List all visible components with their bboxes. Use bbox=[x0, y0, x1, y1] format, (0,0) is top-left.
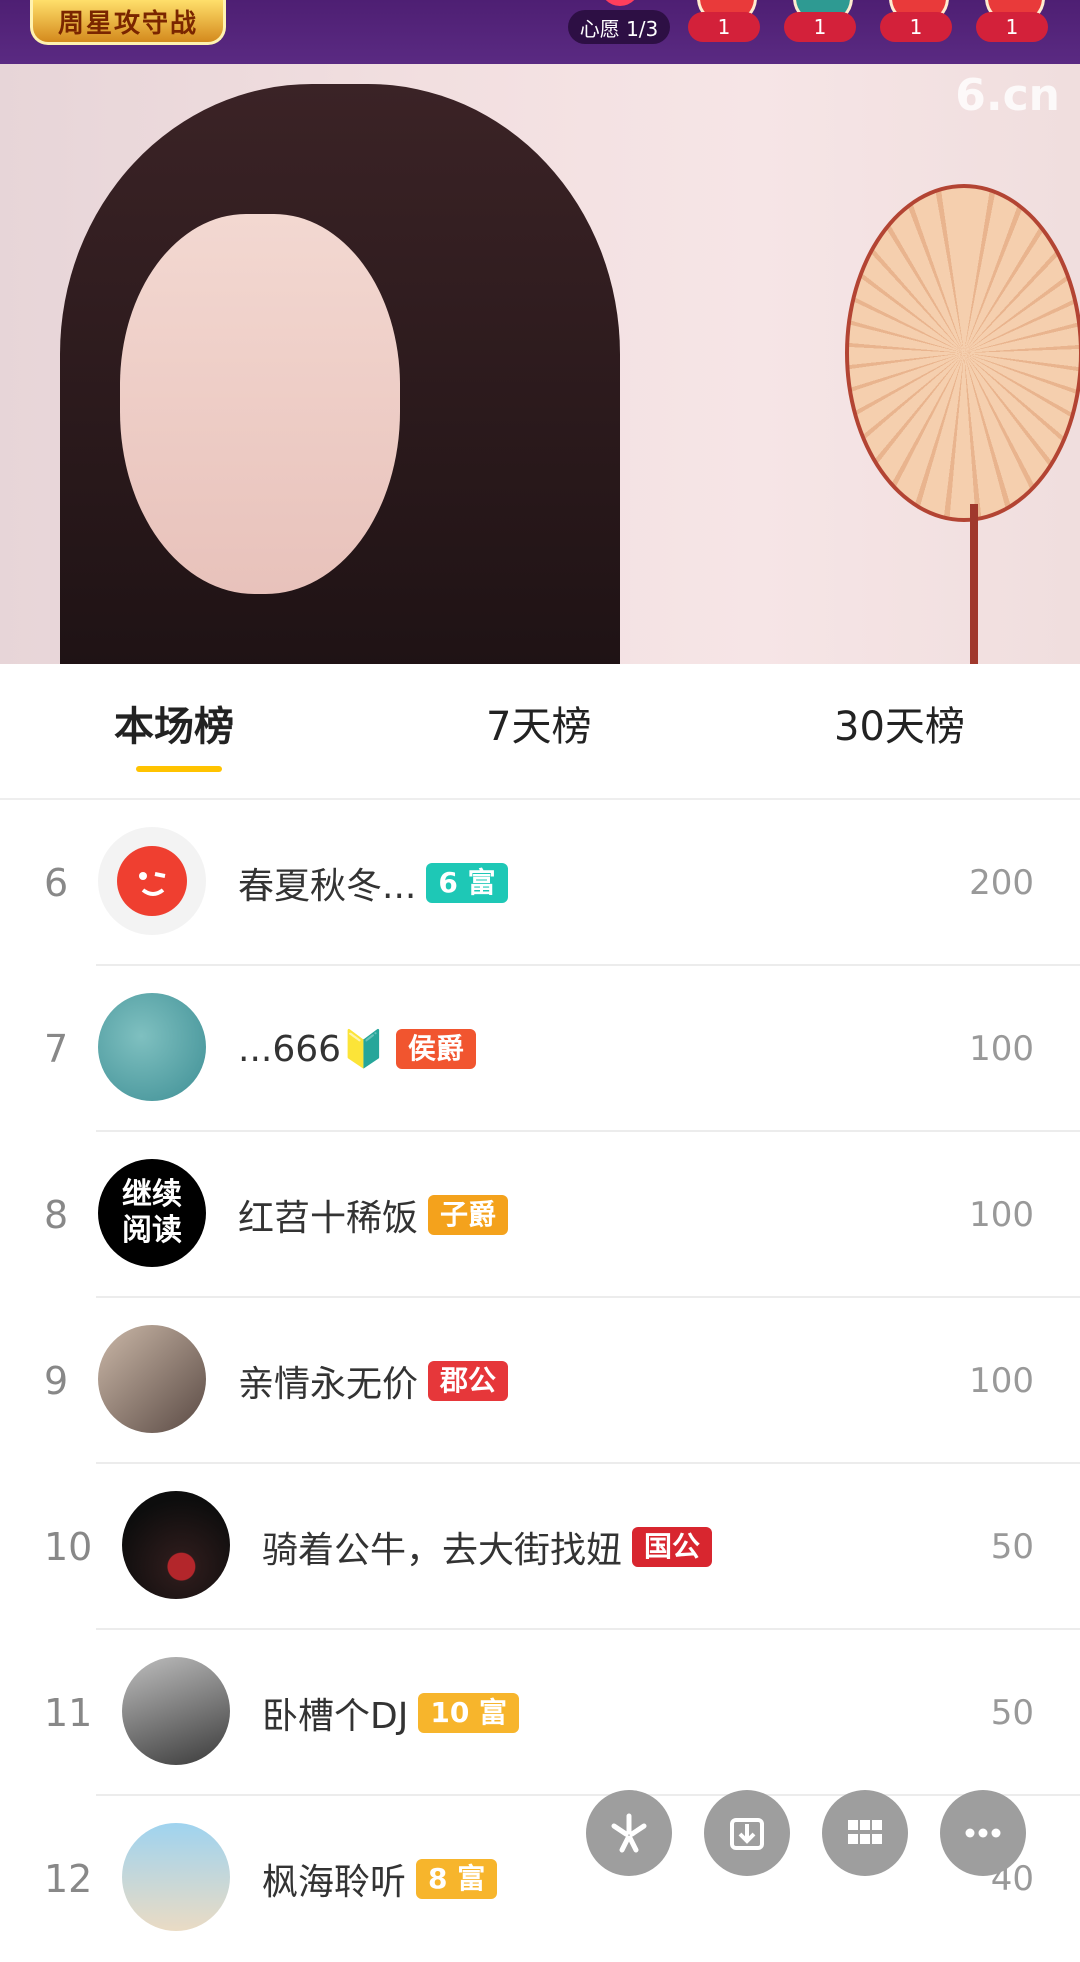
user-entry: 骑着公牛，去大街找妞 国公 bbox=[262, 1464, 713, 1630]
watermark: 6.cn bbox=[955, 70, 1060, 121]
user-entry: 亲情永无价 郡公 bbox=[238, 1298, 509, 1464]
score: 50 bbox=[990, 1527, 1034, 1567]
avatar[interactable] bbox=[122, 1491, 230, 1599]
user-entry: ...666🔰 侯爵 bbox=[238, 966, 476, 1132]
six-logo-button[interactable] bbox=[586, 1790, 672, 1876]
live-video[interactable]: 6.cn bbox=[0, 64, 1080, 664]
ranking-tabs: 本场榜 7天榜 30天榜 bbox=[0, 664, 1080, 800]
list-item[interactable]: 11 卧槽个DJ 10 富 50 bbox=[0, 1630, 1080, 1796]
list-item[interactable]: 7 ...666🔰 侯爵 100 bbox=[0, 966, 1080, 1132]
rank-number: 9 bbox=[44, 1359, 69, 1403]
user-entry: 红苕十稀饭 子爵 bbox=[238, 1132, 509, 1298]
smile-icon bbox=[117, 846, 187, 916]
gift-count: 1 bbox=[880, 12, 952, 42]
six-logo-icon bbox=[611, 1813, 647, 1853]
user-entry: 枫海聆听 8 富 bbox=[262, 1796, 498, 1962]
grid-button[interactable] bbox=[822, 1790, 908, 1876]
score: 200 bbox=[969, 863, 1034, 903]
score: 100 bbox=[969, 1195, 1034, 1235]
rank-number: 12 bbox=[44, 1857, 93, 1901]
avatar[interactable] bbox=[98, 827, 206, 935]
level-badge: 8 富 bbox=[416, 1859, 498, 1899]
title-badge: 侯爵 bbox=[395, 1029, 476, 1069]
rank-number: 7 bbox=[44, 1027, 69, 1071]
rank-number: 11 bbox=[44, 1691, 93, 1735]
list-item[interactable]: 10 骑着公牛，去大街找妞 国公 50 bbox=[0, 1464, 1080, 1630]
username: 春夏秋冬... bbox=[238, 866, 417, 907]
username: 亲情永无价 bbox=[238, 1364, 419, 1405]
gift-badge[interactable]: 1 bbox=[880, 0, 952, 46]
score: 100 bbox=[969, 1361, 1034, 1401]
username: 骑着公牛，去大街找妞 bbox=[262, 1530, 623, 1571]
username: 红苕十稀饭 bbox=[238, 1198, 419, 1239]
title-badge: 郡公 bbox=[428, 1361, 509, 1401]
user-entry: 卧槽个DJ 10 富 bbox=[262, 1630, 520, 1796]
avatar[interactable] bbox=[98, 993, 206, 1101]
gift-count: 1 bbox=[688, 12, 760, 42]
username: 卧槽个DJ bbox=[262, 1696, 409, 1737]
username: 枫海聆听 bbox=[262, 1862, 407, 1903]
lamp-stand bbox=[970, 504, 978, 664]
username: ...666🔰 bbox=[238, 1029, 386, 1070]
level-badge: 6 富 bbox=[426, 863, 508, 903]
list-item[interactable]: 9 亲情永无价 郡公 100 bbox=[0, 1298, 1080, 1464]
fan-lamp bbox=[845, 184, 1080, 522]
event-logo[interactable]: 周星攻守战 bbox=[30, 0, 226, 45]
wish-heart-icon bbox=[600, 0, 640, 6]
level-badge: 10 富 bbox=[418, 1693, 520, 1733]
download-button[interactable] bbox=[704, 1790, 790, 1876]
rank-number: 6 bbox=[44, 861, 69, 905]
avatar[interactable] bbox=[122, 1823, 230, 1931]
wish-counter[interactable]: 心愿 1/3 bbox=[568, 10, 670, 44]
tab-indicator bbox=[136, 766, 222, 772]
gift-count: 1 bbox=[784, 12, 856, 42]
avatar[interactable] bbox=[122, 1657, 230, 1765]
gift-badge[interactable]: 1 bbox=[784, 0, 856, 46]
top-bar: 周星攻守战 心愿 1/3 1 1 1 1 bbox=[0, 0, 1080, 64]
user-entry: 春夏秋冬... 6 富 bbox=[238, 800, 508, 966]
gift-badge[interactable]: 1 bbox=[976, 0, 1048, 46]
title-badge: 子爵 bbox=[428, 1195, 509, 1235]
tab-7-days[interactable]: 7天榜 bbox=[486, 694, 591, 752]
gift-badge[interactable]: 1 bbox=[688, 0, 760, 46]
streamer-face bbox=[120, 214, 400, 594]
more-button[interactable] bbox=[940, 1790, 1026, 1876]
tab-current[interactable]: 本场榜 bbox=[114, 694, 234, 752]
avatar[interactable] bbox=[98, 1325, 206, 1433]
title-badge: 国公 bbox=[632, 1527, 713, 1567]
grid-icon bbox=[848, 1820, 882, 1844]
gift-count: 1 bbox=[976, 12, 1048, 42]
rank-number: 10 bbox=[44, 1525, 93, 1569]
avatar[interactable]: 继续 阅读 bbox=[98, 1159, 206, 1267]
tab-30-days[interactable]: 30天榜 bbox=[834, 694, 965, 752]
download-icon bbox=[730, 1818, 764, 1850]
rank-number: 8 bbox=[44, 1193, 69, 1237]
list-item[interactable]: 12 枫海聆听 8 富 40 bbox=[0, 1796, 1080, 1962]
more-icon bbox=[965, 1828, 1001, 1838]
list-item[interactable]: 8 继续 阅读 红苕十稀饭 子爵 100 bbox=[0, 1132, 1080, 1298]
score: 100 bbox=[969, 1029, 1034, 1069]
score: 50 bbox=[990, 1693, 1034, 1733]
list-item[interactable]: 6 春夏秋冬... 6 富 200 bbox=[0, 800, 1080, 966]
